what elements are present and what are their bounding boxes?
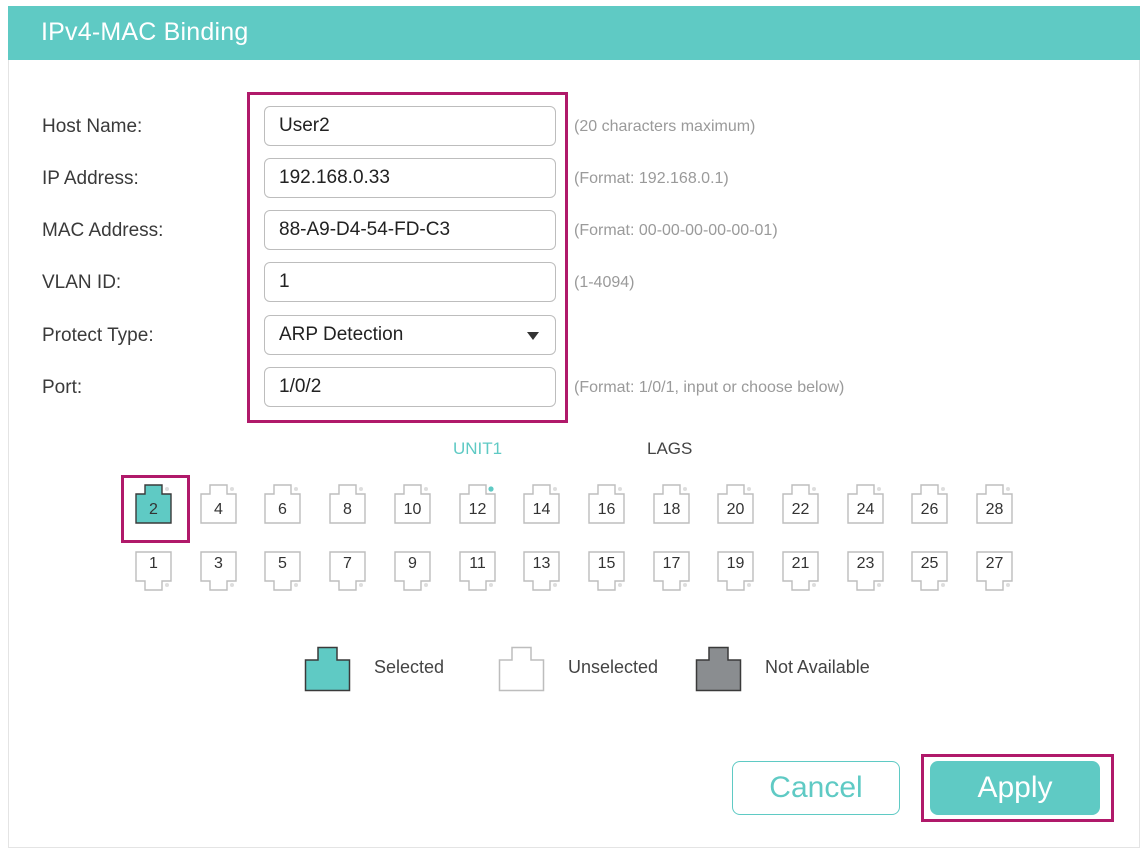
window-title: IPv4-MAC Binding	[41, 18, 249, 46]
port-number-label: 14	[532, 501, 551, 518]
port-number-label: 26	[920, 501, 939, 518]
port-number-label: 12	[468, 501, 487, 518]
port-24[interactable]: 24	[847, 484, 884, 524]
port-14[interactable]: 14	[523, 484, 560, 524]
port-number-label: 4	[214, 501, 223, 518]
port-number-label: 1	[149, 555, 158, 572]
port-hint: (Format: 1/0/1, input or choose below)	[574, 379, 845, 396]
port-20[interactable]: 20	[717, 484, 754, 524]
legend-unselected-label: Unselected	[568, 657, 659, 677]
port-number-label: 10	[403, 501, 422, 518]
selected-port-icon	[304, 646, 351, 692]
port-number-label: 22	[791, 501, 810, 518]
port-8[interactable]: 8	[329, 484, 366, 524]
port-5[interactable]: 5	[264, 551, 301, 591]
port-13[interactable]: 13	[523, 551, 560, 591]
port-number-label: 27	[985, 555, 1004, 572]
port-19[interactable]: 19	[717, 551, 754, 591]
port-4[interactable]: 4	[200, 484, 237, 524]
port-number-label: 8	[343, 501, 352, 518]
port-number-label: 6	[278, 501, 287, 518]
tab-unit1[interactable]: UNIT1	[453, 439, 502, 459]
port-number-label: 13	[532, 555, 551, 572]
port-number-label: 7	[343, 555, 352, 572]
port-25[interactable]: 25	[911, 551, 948, 591]
port-28[interactable]: 28	[976, 484, 1013, 524]
port-number-label: 17	[662, 555, 681, 572]
vlan-id-label: VLAN ID:	[42, 272, 122, 293]
port-6[interactable]: 6	[264, 484, 301, 524]
title-bar: IPv4-MAC Binding	[8, 6, 1140, 60]
vlan-id-hint: (1-4094)	[574, 274, 635, 291]
port-number-label: 21	[791, 555, 810, 572]
port-15[interactable]: 15	[588, 551, 625, 591]
port-21[interactable]: 21	[782, 551, 819, 591]
ip-address-hint: (Format: 192.168.0.1)	[574, 170, 729, 187]
port-9[interactable]: 9	[394, 551, 431, 591]
mac-address-hint: (Format: 00-00-00-00-00-01)	[574, 222, 778, 239]
port-7[interactable]: 7	[329, 551, 366, 591]
port-26[interactable]: 26	[911, 484, 948, 524]
protect-type-label: Protect Type:	[42, 325, 154, 346]
legend-not-available-label: Not Available	[765, 657, 870, 677]
fields-highlight-box	[247, 92, 568, 423]
mac-address-label: MAC Address:	[42, 220, 164, 241]
apply-button[interactable]: Apply	[930, 761, 1100, 815]
port-1[interactable]: 1	[135, 551, 172, 591]
port-label: Port:	[42, 377, 83, 398]
ip-address-label: IP Address:	[42, 168, 139, 189]
port-number-label: 2	[149, 501, 158, 518]
port-number-label: 16	[597, 501, 616, 518]
unselected-port-icon	[498, 646, 545, 692]
port-16[interactable]: 16	[588, 484, 625, 524]
cancel-button[interactable]: Cancel	[732, 761, 900, 815]
not-available-port-icon	[695, 646, 742, 692]
port-18[interactable]: 18	[653, 484, 690, 524]
port-27[interactable]: 27	[976, 551, 1013, 591]
port-22[interactable]: 22	[782, 484, 819, 524]
host-name-hint: (20 characters maximum)	[574, 118, 756, 135]
port-10[interactable]: 10	[394, 484, 431, 524]
port-number-label: 9	[408, 555, 417, 572]
port-number-label: 20	[726, 501, 745, 518]
port-12[interactable]: 12	[459, 484, 496, 524]
port-number-label: 11	[469, 555, 486, 572]
port-11[interactable]: 11	[459, 551, 496, 591]
port-number-label: 15	[597, 555, 616, 572]
port-number-label: 18	[662, 501, 681, 518]
port-number-label: 24	[856, 501, 875, 518]
port-number-label: 5	[278, 555, 287, 572]
port-number-label: 25	[920, 555, 939, 572]
legend-selected-label: Selected	[374, 657, 445, 677]
tab-lags[interactable]: LAGS	[647, 439, 692, 459]
port-number-label: 19	[726, 555, 745, 572]
port-number-label: 23	[856, 555, 875, 572]
port-number-label: 3	[214, 555, 223, 572]
port-number-label: 28	[985, 501, 1004, 518]
port-2[interactable]: 2	[135, 484, 172, 524]
host-name-label: Host Name:	[42, 116, 143, 137]
port-23[interactable]: 23	[847, 551, 884, 591]
port-3[interactable]: 3	[200, 551, 237, 591]
port-17[interactable]: 17	[653, 551, 690, 591]
